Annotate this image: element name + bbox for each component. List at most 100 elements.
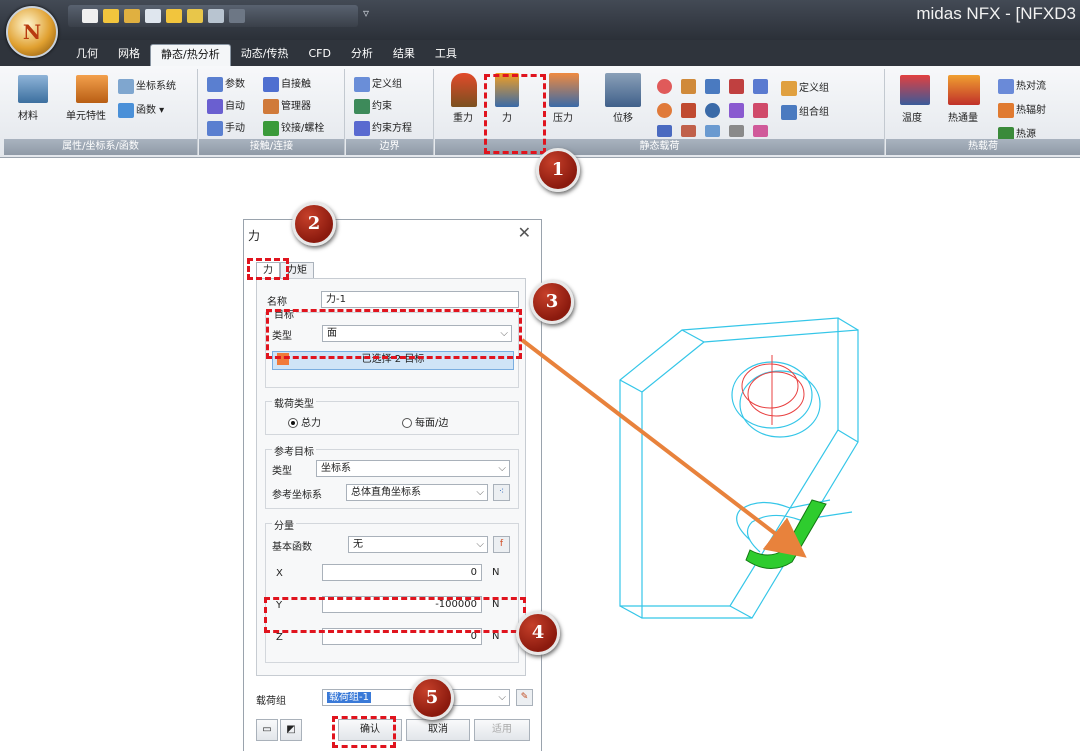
displacement-icon[interactable] [605, 73, 641, 107]
material-icon[interactable] [18, 75, 48, 103]
radio-total-force[interactable]: 总力 [288, 414, 321, 429]
tab-results[interactable]: 结果 [383, 44, 425, 66]
tab-static-thermal[interactable]: 静态/热分析 [150, 44, 231, 66]
define-group-icon [354, 76, 370, 92]
radio-checked-icon [288, 418, 298, 428]
tab-dynamic[interactable]: 动态/传热 [231, 44, 299, 66]
radio-unchecked-icon [402, 418, 412, 428]
group-label: 接触/连接 [199, 139, 344, 155]
name-field[interactable]: 力-1 [321, 291, 519, 308]
gravity-button[interactable]: 重力 [453, 109, 473, 124]
load-option-icon[interactable] [729, 125, 744, 137]
step-badge: 1 [536, 148, 580, 192]
weld-bolt-button[interactable]: 铰接/螺栓 [263, 119, 324, 136]
load-option-icon[interactable] [705, 125, 720, 137]
function-button[interactable]: 函数 ▾ [118, 101, 164, 118]
load-option-icon[interactable] [753, 79, 768, 94]
chevron-down-icon: ⌵ [476, 539, 484, 550]
tab-analysis[interactable]: 分析 [341, 44, 383, 66]
radio-per-face[interactable]: 每面/边 [402, 414, 448, 429]
combine-group-button[interactable]: 组合组 [781, 103, 829, 120]
coordinate-pick-icon[interactable]: ⁖ [493, 484, 510, 501]
step-badge: 5 [410, 676, 454, 720]
selected-face[interactable] [745, 499, 827, 569]
load-group-edit-icon[interactable]: ✎ [516, 689, 533, 706]
undo-icon[interactable] [208, 9, 224, 23]
auto-contact-button[interactable]: 自动 [207, 97, 245, 114]
load-type-title: 载荷类型 [272, 395, 316, 410]
load-option-icon[interactable] [657, 79, 672, 94]
model-viewport[interactable] [600, 300, 1080, 640]
load-option-icon[interactable] [705, 79, 720, 94]
highlight-y-field [264, 597, 526, 633]
temperature-button[interactable]: 温度 [902, 109, 922, 124]
radiation-button[interactable]: 热辐射 [998, 101, 1046, 118]
eraser-icon[interactable]: ◩ [280, 719, 302, 741]
tab-mesh[interactable]: 网格 [108, 44, 150, 66]
constraint-button[interactable]: 约束 [354, 97, 392, 114]
step-badge: 3 [530, 280, 574, 324]
convection-button[interactable]: 热对流 [998, 77, 1046, 94]
constraint-equation-button[interactable]: 约束方程 [354, 119, 412, 136]
view-icon[interactable]: ▭ [256, 719, 278, 741]
x-label: X [276, 568, 283, 579]
import-icon[interactable] [124, 9, 140, 23]
cancel-button[interactable]: 取消 [406, 719, 470, 741]
basefunc-select[interactable]: 无 ⌵ [348, 536, 488, 553]
manager-button[interactable]: 管理器 [263, 97, 311, 114]
constraint-icon [354, 98, 370, 114]
axes-icon [118, 78, 134, 94]
coordinate-system-button[interactable]: 坐标系统 [118, 77, 176, 94]
tab-tools[interactable]: 工具 [425, 44, 467, 66]
load-option-icon[interactable] [657, 125, 672, 137]
folder-icon[interactable] [187, 9, 203, 23]
pressure-icon[interactable] [549, 73, 579, 107]
material-button[interactable]: 材料 [18, 107, 38, 122]
highlight-target-section [266, 309, 522, 359]
step-badge: 4 [516, 611, 560, 655]
load-option-icon[interactable] [753, 103, 768, 118]
manager-icon [263, 98, 279, 114]
group-label: 属性/坐标系/函数 [4, 139, 197, 155]
x-field[interactable]: 0 [322, 564, 482, 581]
gravity-icon[interactable] [451, 73, 477, 107]
redo-icon[interactable] [229, 9, 245, 23]
tab-geometry[interactable]: 几何 [66, 44, 108, 66]
load-option-icon[interactable] [681, 79, 696, 94]
element-property-button[interactable]: 单元特性 [66, 107, 106, 122]
load-type-section: 载荷类型 总力 每面/边 [265, 395, 519, 435]
auto-icon [207, 98, 223, 114]
ref-type-select[interactable]: 坐标系 ⌵ [316, 460, 510, 477]
app-menu-button[interactable]: N [6, 6, 58, 58]
save-all-icon[interactable] [166, 9, 182, 23]
load-option-icon[interactable] [753, 125, 768, 137]
function-edit-icon[interactable]: f [493, 536, 510, 553]
temperature-icon[interactable] [900, 75, 930, 105]
load-option-icon[interactable] [729, 79, 744, 94]
group-thermal-load: 温度 热通量 热对流 热辐射 热源 热载荷 [886, 69, 1080, 155]
apply-button[interactable]: 适用 [474, 719, 530, 741]
save-icon[interactable] [145, 9, 161, 23]
load-option-icon[interactable] [705, 103, 720, 118]
displacement-button[interactable]: 位移 [613, 109, 633, 124]
load-option-icon[interactable] [681, 103, 696, 118]
load-option-icon[interactable] [657, 103, 672, 118]
open-folder-icon[interactable] [103, 9, 119, 23]
pressure-button[interactable]: 压力 [553, 109, 573, 124]
self-contact-button[interactable]: 自接触 [263, 75, 311, 92]
tab-cfd[interactable]: CFD [298, 44, 340, 66]
define-load-group-button[interactable]: 定义组 [781, 79, 829, 96]
load-option-icon[interactable] [681, 125, 696, 137]
element-property-icon[interactable] [76, 75, 108, 103]
group-label: 热载荷 [886, 139, 1080, 155]
heat-flux-icon[interactable] [948, 75, 980, 105]
define-group-button[interactable]: 定义组 [354, 75, 402, 92]
heat-flux-button[interactable]: 热通量 [948, 109, 978, 124]
new-file-icon[interactable] [82, 9, 98, 23]
param-button[interactable]: 参数 [207, 75, 245, 92]
manual-button[interactable]: 手动 [207, 119, 245, 136]
close-icon[interactable]: ✕ [518, 223, 531, 242]
load-option-icon[interactable] [729, 103, 744, 118]
qat-dropdown-icon[interactable]: ▿ [363, 6, 369, 20]
ref-cs-select[interactable]: 总体直角坐标系 ⌵ [346, 484, 488, 501]
